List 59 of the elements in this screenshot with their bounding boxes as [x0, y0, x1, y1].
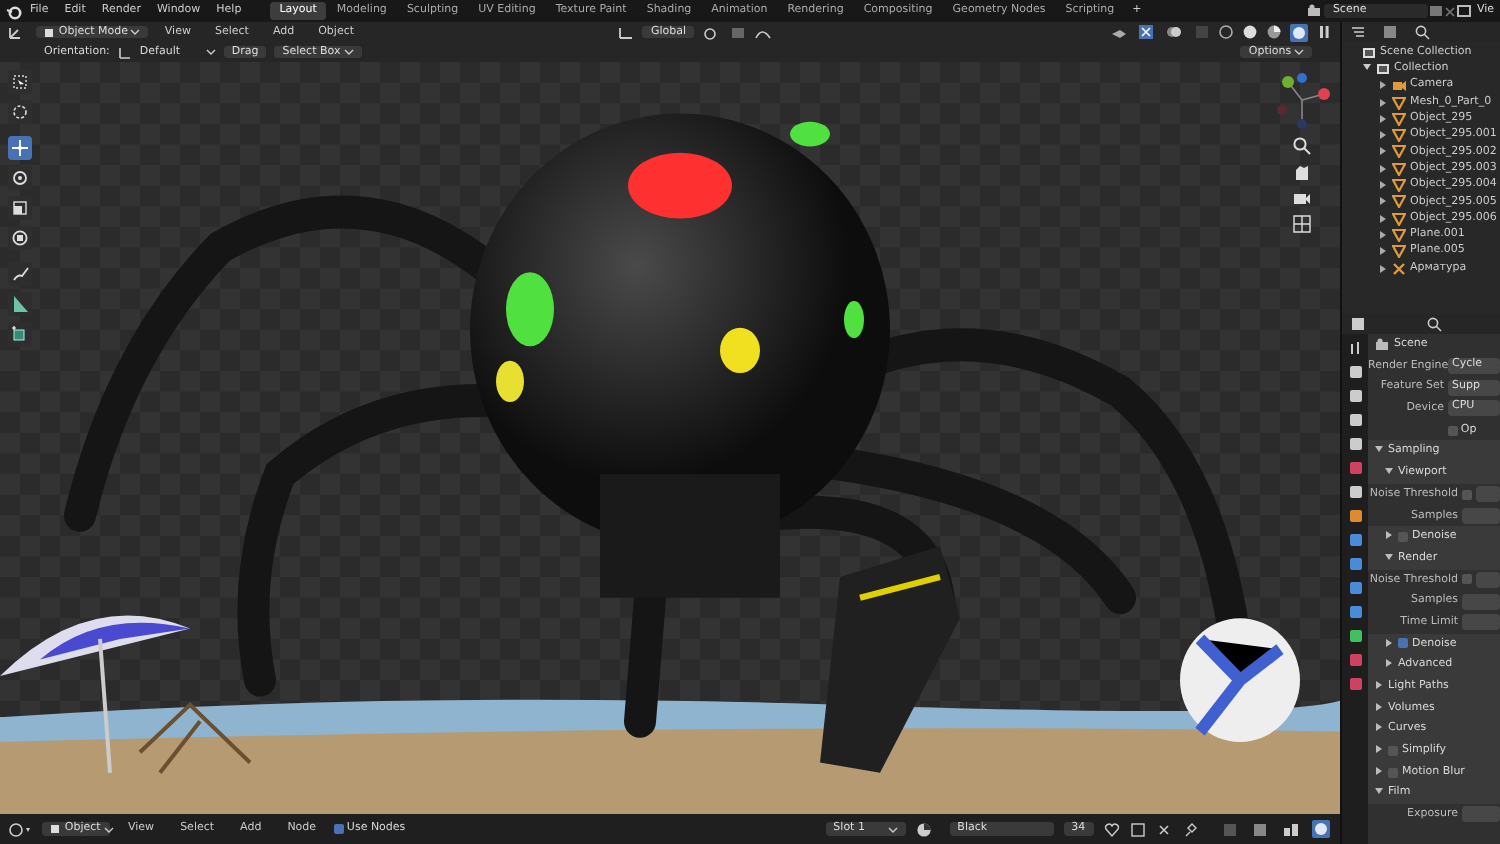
camera-icon: [1392, 78, 1406, 93]
camera-icon[interactable]: [1292, 188, 1312, 208]
pin-icon[interactable]: [1181, 821, 1198, 837]
expand-toggle[interactable]: [1384, 658, 1394, 672]
search-icon[interactable]: [1426, 316, 1446, 332]
cursor-tool[interactable]: [8, 100, 32, 124]
checkbox[interactable]: [1398, 638, 1408, 649]
material-shading-icon[interactable]: [1266, 24, 1282, 40]
checkbox[interactable]: [1388, 767, 1398, 778]
rotate-tool[interactable]: [8, 166, 32, 190]
snap-icon[interactable]: [1282, 821, 1302, 837]
proportional-edit-icon[interactable]: [754, 25, 774, 39]
add-cube-tool[interactable]: [8, 322, 32, 346]
navigation-gizmo-drawing[interactable]: [1272, 70, 1332, 130]
caret-icon: [1294, 48, 1304, 56]
transform-tool[interactable]: [8, 226, 32, 250]
tool-icon[interactable]: [1347, 340, 1363, 356]
zoom-icon[interactable]: [1292, 136, 1312, 156]
annotate-tool[interactable]: [8, 262, 32, 286]
caret-icon: [887, 825, 898, 833]
caret-icon: [130, 28, 141, 36]
fake-user-icon[interactable]: [1103, 821, 1120, 837]
expand-toggle[interactable]: [1374, 744, 1384, 758]
shading-icon[interactable]: [1312, 820, 1332, 838]
caret-icon: [205, 48, 216, 56]
expand-toggle[interactable]: [1384, 530, 1394, 544]
grid-icon[interactable]: [1292, 214, 1312, 234]
pivot-icon[interactable]: [702, 25, 722, 39]
wireframe-shading-icon[interactable]: [1218, 24, 1234, 40]
overlay-icon[interactable]: [1166, 24, 1186, 40]
search-icon[interactable]: [1414, 24, 1434, 40]
select-box-tool[interactable]: [8, 70, 32, 94]
solid-shading-icon[interactable]: [1242, 24, 1258, 40]
copy-icon[interactable]: [1428, 4, 1445, 18]
expand-toggle[interactable]: [1374, 701, 1384, 715]
checkbox[interactable]: [1398, 532, 1408, 543]
axes-icon[interactable]: [618, 25, 635, 39]
node-editor-icon[interactable]: [8, 821, 32, 837]
scale-tool[interactable]: [8, 196, 32, 220]
expand-toggle[interactable]: [1374, 765, 1384, 779]
expand-toggle[interactable]: [1374, 680, 1384, 694]
blender-logo-icon[interactable]: [6, 3, 22, 19]
backdrop-icon[interactable]: [1252, 821, 1272, 837]
axes-icon: [117, 45, 132, 59]
close-icon[interactable]: [1155, 821, 1172, 837]
armature-icon: [1392, 261, 1406, 275]
duplicate-icon[interactable]: [1129, 821, 1146, 837]
move-tool[interactable]: [8, 136, 32, 160]
rendered-shading-icon[interactable]: [1290, 23, 1308, 41]
checkbox[interactable]: [1388, 745, 1398, 756]
checkbox[interactable]: [1462, 574, 1472, 585]
expand-toggle[interactable]: [1374, 722, 1384, 737]
caret-icon: [103, 825, 114, 833]
checkbox[interactable]: [1462, 489, 1472, 500]
caret-icon: [343, 48, 354, 56]
pause-icon[interactable]: [1316, 24, 1332, 40]
gizmo-toggle-icon[interactable]: [1138, 24, 1158, 40]
measure-tool[interactable]: [8, 292, 32, 316]
expand-toggle[interactable]: [1384, 637, 1394, 651]
